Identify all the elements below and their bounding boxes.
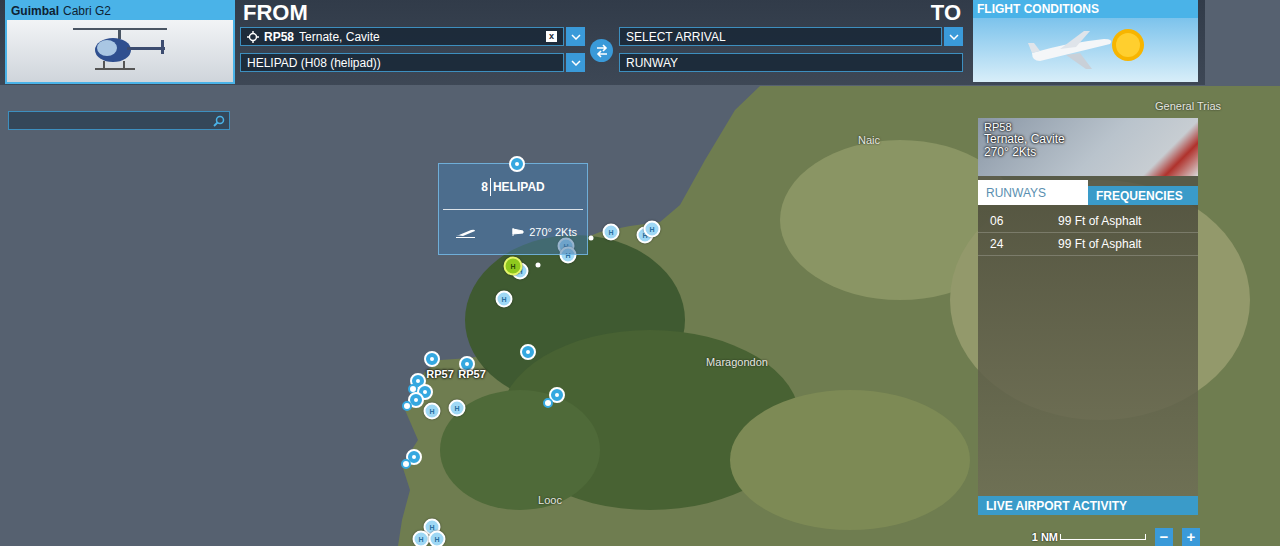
live-activity-button[interactable]: LIVE AIRPORT ACTIVITY — [978, 496, 1198, 515]
arrival-field[interactable]: SELECT ARRIVAL — [619, 27, 942, 46]
aircraft-image — [7, 20, 233, 82]
takeoff-icon — [455, 226, 477, 238]
dot-pin[interactable] — [536, 263, 541, 268]
popup-details: 270° 2Kts — [439, 210, 587, 254]
helipad-pin[interactable]: H — [496, 291, 513, 308]
zoom-in-button[interactable]: + — [1182, 528, 1200, 546]
location-popup[interactable]: 8HELIPAD270° 2Kts — [438, 163, 588, 255]
parking-value: HELIPAD (H08 (helipad)) — [247, 56, 381, 70]
locate-icon — [247, 31, 259, 43]
panel-tab[interactable]: RUNWAYS — [978, 180, 1088, 205]
place-label: Naic — [858, 134, 880, 146]
poi-dot-icon — [555, 393, 559, 397]
airport-code: RP58 — [984, 121, 1065, 133]
departure-dropdown-button[interactable] — [566, 27, 585, 46]
helipad-pin[interactable]: H — [413, 531, 430, 546]
helipad-pin[interactable]: H — [644, 221, 661, 238]
runway-list: 0699 Ft of Asphalt2499 Ft of Asphalt — [978, 205, 1198, 496]
top-bar: GuimbalCabri G2 FROM RP58 Ternate, Cavite x H… — [0, 0, 1205, 85]
poi-dot-icon — [412, 455, 416, 459]
helipad-pin[interactable]: H — [429, 531, 446, 546]
scale-bar — [1060, 534, 1146, 540]
place-label: Looc — [538, 494, 562, 506]
helipad-pin[interactable]: H — [603, 224, 620, 241]
chevron-down-icon — [571, 60, 581, 66]
airport-photo: RP58Ternate, Cavite270° 2Kts — [978, 118, 1198, 176]
from-heading: FROM — [243, 0, 585, 27]
location-pin-icon — [509, 156, 525, 172]
wind-sock-icon — [512, 227, 524, 237]
panel-tab[interactable]: FREQUENCIES — [1088, 186, 1198, 205]
poi-dot-icon — [423, 390, 427, 394]
place-label: General Trias — [1155, 100, 1221, 112]
panel-tabs: RUNWAYSFREQUENCIES — [978, 176, 1198, 205]
aircraft-name: GuimbalCabri G2 — [7, 2, 233, 20]
swap-arrows-icon — [595, 44, 609, 58]
small-pin[interactable] — [402, 401, 412, 411]
helipad-pin[interactable]: H — [504, 257, 523, 276]
text-caret — [490, 178, 491, 196]
to-heading: TO — [622, 0, 961, 27]
zoom-out-button[interactable]: − — [1155, 528, 1173, 546]
airport-name: Ternate, Cavite — [984, 133, 1065, 146]
poi-pin[interactable] — [424, 351, 440, 367]
popup-wind: 270° 2Kts — [529, 226, 577, 238]
flight-conditions-card[interactable]: FLIGHT CONDITIONS — [973, 0, 1198, 82]
aircraft-card[interactable]: GuimbalCabri G2 — [5, 0, 235, 84]
small-pin[interactable] — [543, 398, 553, 408]
airport-label[interactable]: RP57 — [458, 368, 486, 380]
departure-field[interactable]: RP58 Ternate, Cavite x — [240, 27, 564, 46]
conditions-image — [973, 18, 1198, 82]
poi-dot-icon — [430, 357, 434, 361]
poi-dot-icon — [465, 362, 469, 366]
poi-pin[interactable] — [520, 344, 536, 360]
flight-conditions-label: FLIGHT CONDITIONS — [973, 0, 1198, 18]
poi-dot-icon — [414, 398, 418, 402]
place-label: Maragondon — [706, 356, 768, 368]
magnifier-icon — [213, 115, 225, 127]
helicopter-icon — [65, 20, 175, 82]
runway-row[interactable]: 0699 Ft of Asphalt — [978, 210, 1198, 233]
chevron-down-icon — [571, 34, 581, 40]
airport-panel: RP58Ternate, Cavite270° 2KtsRUNWAYSFREQU… — [978, 118, 1198, 515]
arrival-value: SELECT ARRIVAL — [626, 30, 726, 44]
search-field[interactable] — [8, 111, 230, 130]
helipad-pin[interactable]: H — [424, 403, 441, 420]
airport-wind: 270° 2Kts — [984, 146, 1065, 159]
runway-value: RUNWAY — [626, 56, 678, 70]
helipad-pin[interactable]: H — [449, 400, 466, 417]
poi-dot-icon — [416, 379, 420, 383]
parking-dropdown-button[interactable] — [566, 53, 585, 72]
parking-field[interactable]: HELIPAD (H08 (helipad)) — [240, 53, 564, 72]
map-scale: 1 NM — [1032, 531, 1146, 543]
swap-button[interactable] — [590, 39, 613, 62]
world-map-screen: HHHHHHHHHHHHHGeneral TriasNaicMaragondon… — [0, 0, 1280, 546]
small-pin[interactable] — [401, 459, 411, 469]
departure-name: Ternate, Cavite — [299, 30, 380, 44]
runway-field[interactable]: RUNWAY — [619, 53, 963, 72]
airport-label[interactable]: RP57 — [426, 368, 454, 380]
runway-row[interactable]: 2499 Ft of Asphalt — [978, 233, 1198, 256]
departure-code: RP58 — [264, 30, 294, 44]
departure-section: FROM RP58 Ternate, Cavite x HELIPAD (H08 (he… — [240, 0, 585, 79]
poi-dot-icon — [526, 350, 530, 354]
arrival-section: TO SELECT ARRIVAL RUNWAY — [619, 0, 963, 79]
arrival-dropdown-button[interactable] — [944, 27, 963, 46]
clear-button[interactable]: x — [546, 31, 557, 42]
airplane-sun-icon — [1026, 25, 1146, 75]
dot-pin[interactable] — [589, 236, 594, 241]
chevron-down-icon — [949, 34, 959, 40]
